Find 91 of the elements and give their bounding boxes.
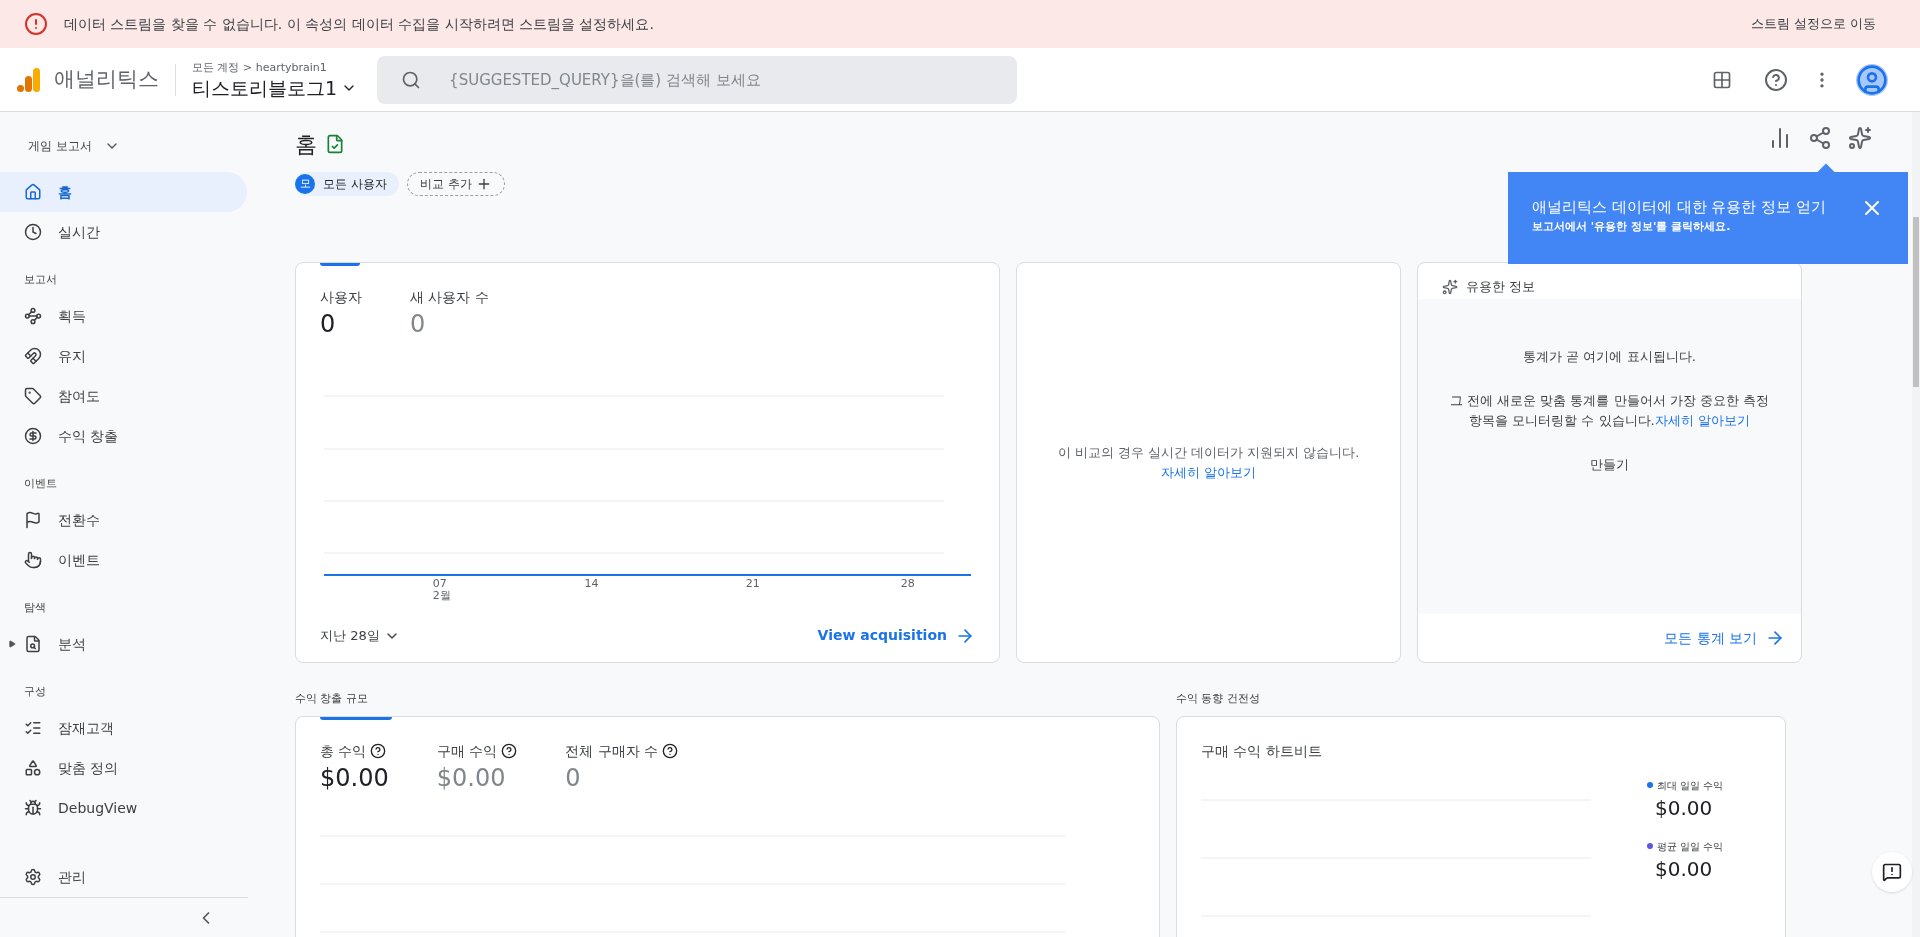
clock-icon <box>24 223 42 241</box>
stream-settings-link[interactable]: 스트림 설정으로 이동 <box>1750 14 1876 34</box>
search-icon <box>401 69 422 90</box>
all-insights-link[interactable]: 모든 통계 보기 <box>1664 627 1785 649</box>
nav-item[interactable]: 관리 <box>0 857 258 897</box>
metric-label: 구매 수익 <box>436 741 498 761</box>
nav-item[interactable]: DebugView <box>0 788 247 828</box>
error-icon <box>24 12 48 36</box>
share-icon[interactable] <box>1808 126 1832 150</box>
nav-item[interactable]: 잠재고객 <box>0 708 247 748</box>
metric-label: 총 수익 <box>320 741 367 761</box>
settings-icon <box>24 868 42 886</box>
help-icon[interactable] <box>370 743 387 759</box>
metric-label: 사용자 <box>320 288 362 307</box>
stat-label: 평균 일일 수익 <box>1657 839 1724 854</box>
banner-message: 데이터 스트림을 찾을 수 없습니다. 이 속성의 데이터 수집을 시작하려면 스트림을 설정하세요. <box>64 14 654 34</box>
avatar[interactable] <box>1856 63 1888 96</box>
nav-item[interactable]: 획득 <box>0 296 247 336</box>
popover-subtitle: 보고서에서 '유용한 정보'를 클릭하세요. <box>1532 218 1732 235</box>
nav-item[interactable]: 맞춤 정의 <box>0 748 247 788</box>
empty-heading: 통계가 곧 여기에 표시됩니다. <box>1523 348 1696 366</box>
section-header: 탐색 <box>24 599 46 616</box>
date-range-dropdown[interactable]: 지난 28일 <box>320 625 400 646</box>
realtime-message: 이 비교의 경우 실시간 데이터가 지원되지 않습니다. <box>1057 444 1360 462</box>
segment-chip[interactable]: 모 모든 사용자 <box>295 172 399 196</box>
learn-more-link[interactable]: 자세히 알아보기 <box>1654 412 1750 428</box>
section-header: 구성 <box>24 683 46 700</box>
shapes-icon <box>24 759 42 777</box>
axis-label: 21 <box>745 578 760 590</box>
popover-title: 애널리틱스 데이터에 대한 유용한 정보 얻기 <box>1532 197 1827 218</box>
tag-icon <box>24 387 42 405</box>
list-icon <box>24 719 42 737</box>
nav-item[interactable]: 홈 <box>0 172 247 212</box>
nav-item[interactable]: 실시간 <box>0 212 247 252</box>
axis-label: 14 <box>584 578 599 590</box>
feedback-icon <box>1882 862 1902 882</box>
create-button[interactable]: 만들기 <box>1590 454 1629 474</box>
metric-value: $0.00 <box>436 762 507 794</box>
card-title: 유용한 정보 <box>1466 278 1536 297</box>
report-icon <box>24 635 42 653</box>
section-header: 보고서 <box>24 271 57 288</box>
nav-item[interactable]: 참여도 <box>0 376 247 416</box>
metric-value: 0 <box>320 309 337 340</box>
bug-icon <box>24 799 42 817</box>
axis-label: 28 <box>900 578 915 590</box>
metric-value: 0 <box>410 309 427 340</box>
home-icon <box>24 183 42 201</box>
magnet-icon <box>24 347 42 365</box>
help-icon[interactable] <box>1764 67 1788 92</box>
axis-label: 2월 <box>432 590 451 602</box>
metric-label: 전체 구매자 수 <box>565 741 659 761</box>
help-icon[interactable] <box>501 743 518 759</box>
scrollbar-thumb[interactable] <box>1913 217 1919 387</box>
apps-icon[interactable] <box>1712 69 1732 90</box>
axis-label: 07 <box>432 578 448 590</box>
metric-label: 새 사용자 수 <box>410 288 489 307</box>
product-name: 애널리틱스 <box>54 65 159 93</box>
card-title: 구매 수익 하트비트 <box>1201 741 1323 761</box>
feedback-button[interactable] <box>1872 852 1912 892</box>
metric-value: $0.00 <box>320 762 389 794</box>
stat-value: $0.00 <box>1655 855 1714 883</box>
metric-value: 0 <box>565 762 582 794</box>
help-icon[interactable] <box>662 743 679 759</box>
nav-item[interactable]: 수익 창출 <box>0 416 247 456</box>
insights-icon <box>1442 279 1458 295</box>
flag-icon <box>24 511 42 529</box>
breadcrumb: 모든 계정 > heartybrain1 <box>192 59 328 76</box>
expand-icon[interactable] <box>8 640 16 648</box>
verified-file-icon <box>325 134 345 154</box>
stat-label: 최대 일일 수익 <box>1657 778 1724 793</box>
pointer-icon <box>24 551 42 569</box>
empty-description: 그 전에 새로운 맞춤 통계를 만들어서 가장 중요한 측정 항목을 모니터링할 수 있습니다.자세히 알아보기 <box>1448 391 1771 430</box>
view-acquisition-link[interactable]: View acquisition <box>817 625 975 646</box>
nav-item[interactable]: 이벤트 <box>0 540 247 580</box>
collection-label: 게임 보고서 <box>28 138 92 155</box>
branch-icon <box>24 307 42 325</box>
nav-item[interactable]: 유지 <box>0 336 247 376</box>
dollar-icon <box>24 427 42 445</box>
insights-icon[interactable] <box>1848 126 1872 150</box>
segment-badge: 모 <box>295 174 315 194</box>
stat-value: $0.00 <box>1655 794 1714 822</box>
learn-more-link[interactable]: 자세히 알아보기 <box>1160 462 1257 482</box>
section-header: 이벤트 <box>24 475 57 492</box>
analytics-logo <box>16 66 42 93</box>
section-title: 수익 창출 규모 <box>295 691 369 707</box>
search-field[interactable]: {SUGGESTED_QUERY}을(를) 검색해 보세요 <box>377 55 1018 104</box>
section-title: 수익 동향 건전성 <box>1176 691 1261 707</box>
page-title: 홈 <box>295 130 317 159</box>
nav-item[interactable]: 분석 <box>0 624 247 664</box>
property-selector[interactable]: 티스토리블로그1 <box>192 75 358 100</box>
nav-item[interactable]: 전환수 <box>0 500 247 540</box>
